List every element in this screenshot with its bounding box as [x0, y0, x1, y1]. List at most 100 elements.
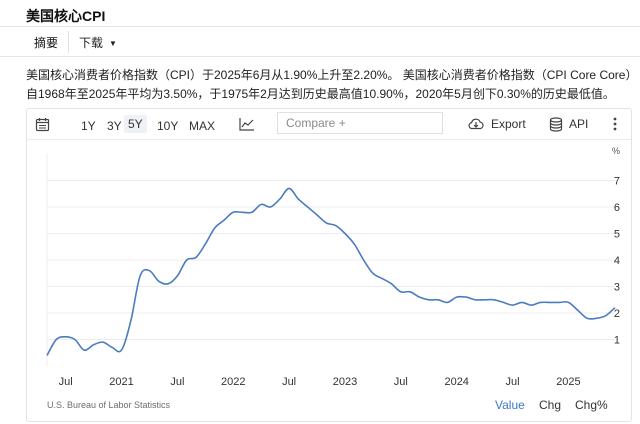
data-point: [604, 314, 608, 318]
api-button[interactable]: API: [549, 109, 588, 139]
page-title: 美国核心CPI: [26, 8, 106, 24]
data-point: [176, 274, 180, 278]
range-10y-button[interactable]: 10Y: [153, 109, 182, 143]
data-point: [520, 301, 524, 305]
data-point: [585, 317, 589, 321]
data-point: [92, 343, 96, 347]
series-line: [46, 187, 616, 356]
data-point: [492, 298, 496, 302]
data-point: [45, 354, 49, 358]
tab-divider: [68, 31, 70, 53]
data-point: [185, 258, 189, 262]
x-tick-label: Jul: [394, 376, 408, 388]
data-point: [325, 221, 329, 225]
chart-panel: 1Y 3Y 5Y 10Y MAX Export: [26, 108, 632, 422]
data-point: [474, 298, 478, 302]
data-point: [529, 303, 533, 307]
data-point: [250, 211, 254, 215]
data-point: [455, 295, 459, 299]
data-point: [390, 282, 394, 286]
data-point: [427, 298, 431, 302]
data-point: [166, 282, 170, 286]
data-point: [362, 258, 366, 262]
data-point: [353, 242, 357, 246]
data-point: [148, 269, 152, 273]
data-point: [120, 348, 124, 352]
data-point: [157, 279, 161, 283]
range-3y-button[interactable]: 3Y: [103, 109, 126, 143]
data-point: [73, 338, 77, 342]
range-1y-button[interactable]: 1Y: [77, 109, 100, 143]
x-tick-label: Jul: [506, 376, 520, 388]
mode-chg-button[interactable]: Chg: [539, 398, 561, 412]
y-tick-label: 1: [614, 335, 620, 347]
chart-toolbar: 1Y 3Y 5Y 10Y MAX Export: [27, 109, 631, 140]
data-point: [464, 295, 468, 299]
data-point: [194, 256, 198, 260]
x-tick-label: 2023: [333, 376, 357, 388]
export-label: Export: [491, 117, 526, 131]
data-point: [55, 338, 59, 342]
x-tick-label: 2021: [109, 376, 133, 388]
calendar-icon-glyph: [35, 117, 50, 131]
data-point: [241, 211, 245, 215]
export-button[interactable]: Export: [467, 109, 526, 139]
data-point: [82, 348, 86, 352]
data-point: [204, 242, 208, 246]
calendar-icon[interactable]: [35, 109, 50, 139]
data-point: [371, 272, 375, 276]
data-point: [343, 232, 347, 236]
data-point: [511, 303, 515, 307]
database-icon: [549, 116, 563, 132]
more-vertical-icon[interactable]: [613, 109, 617, 139]
data-point: [483, 298, 487, 302]
data-point: [297, 197, 301, 201]
y-tick-label: 5: [614, 229, 620, 241]
data-point: [399, 290, 403, 294]
data-point: [101, 340, 105, 344]
tab-summary[interactable]: 摘要: [26, 28, 66, 57]
data-point: [567, 301, 571, 305]
data-point: [613, 306, 617, 310]
data-point: [408, 290, 412, 294]
mode-chg-pct-button[interactable]: Chg%: [575, 398, 608, 412]
cloud-download-icon: [468, 118, 484, 130]
source-label: U.S. Bureau of Labor Statistics: [47, 400, 171, 410]
more-vertical-glyph: [613, 117, 617, 131]
y-tick-label: 3: [614, 282, 620, 294]
data-point: [502, 301, 506, 305]
x-tick-label: 2025: [556, 376, 580, 388]
range-5y-button[interactable]: 5Y: [124, 115, 147, 133]
line-chart: % 1 2 3 4 5 6 7 Jul 2021 Jul 2022 Jul 2023 Jul 2024 Jul 2…: [45, 146, 620, 388]
y-unit-label: %: [612, 146, 620, 156]
data-point: [306, 205, 310, 209]
api-label: API: [569, 117, 589, 131]
mode-value-button[interactable]: Value: [495, 398, 525, 412]
caret-down-icon: ▼: [109, 38, 117, 48]
x-tick-label: 2024: [444, 376, 468, 388]
data-point: [315, 213, 319, 217]
range-max-button[interactable]: MAX: [185, 109, 219, 143]
y-tick-label: 6: [614, 202, 620, 214]
data-point: [595, 317, 599, 321]
data-point: [557, 301, 561, 305]
data-point: [539, 301, 543, 305]
y-tick-label: 2: [614, 308, 620, 320]
data-point: [213, 226, 217, 230]
data-point: [334, 224, 338, 228]
tab-bar: 摘要 下载 ▼: [26, 28, 125, 56]
data-point: [548, 301, 552, 305]
line-chart-icon[interactable]: [239, 109, 255, 139]
line-chart-icon-glyph: [239, 118, 254, 131]
tab-download[interactable]: 下载 ▼: [71, 28, 125, 57]
data-point: [287, 187, 291, 191]
data-point: [278, 197, 282, 201]
data-point: [231, 211, 235, 215]
data-point: [222, 219, 226, 223]
data-point: [576, 309, 580, 313]
data-point: [259, 203, 263, 207]
data-point: [110, 346, 114, 350]
data-point: [446, 301, 450, 305]
x-tick-label: Jul: [282, 376, 296, 388]
compare-input[interactable]: [277, 112, 443, 134]
